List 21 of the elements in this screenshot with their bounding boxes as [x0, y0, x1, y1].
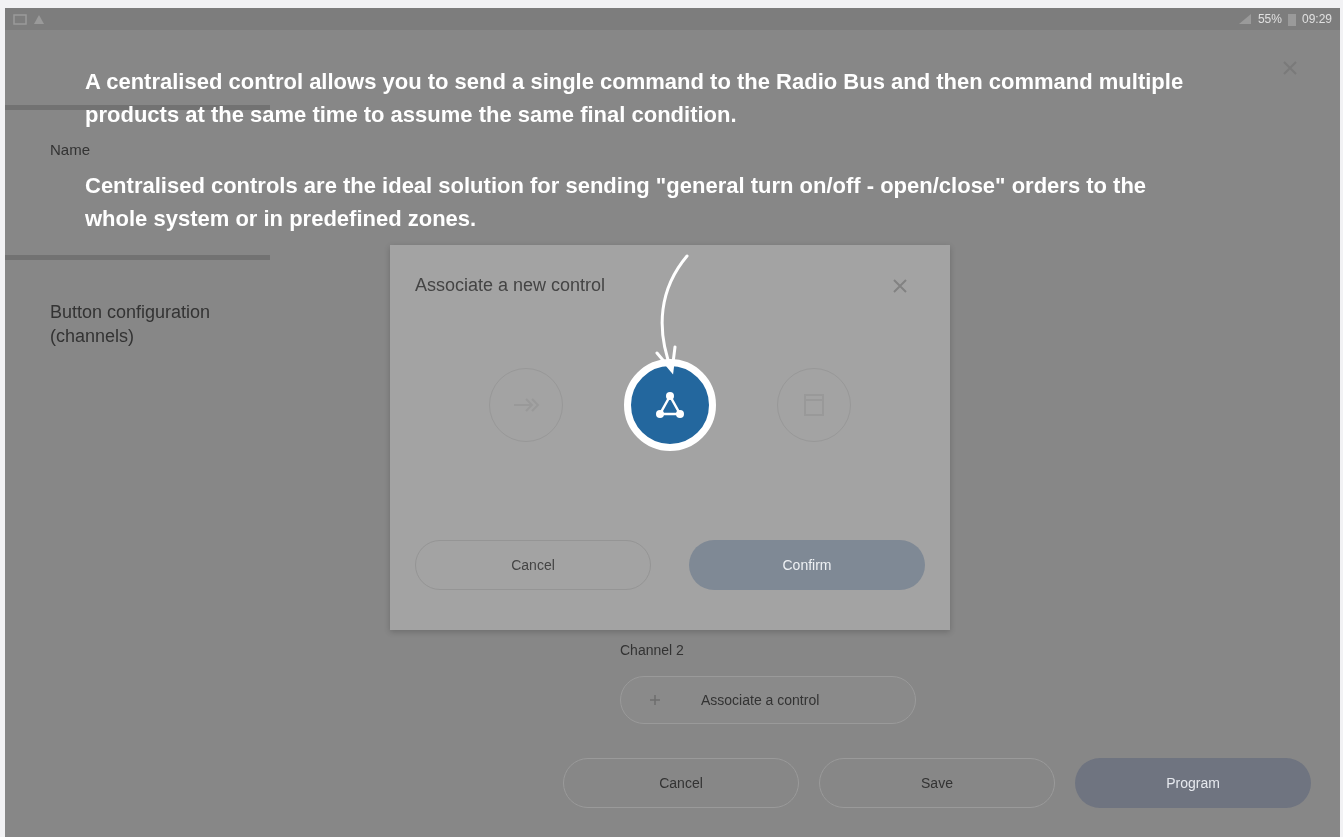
battery-level: 55%: [1257, 12, 1282, 26]
cancel-button[interactable]: Cancel: [415, 540, 651, 590]
channel-label: Channel 2: [620, 642, 684, 658]
footer-button[interactable]: Save: [819, 758, 1055, 808]
close-icon[interactable]: [893, 278, 907, 293]
associate-control-button[interactable]: Associate a control: [620, 676, 916, 724]
footer-button[interactable]: Cancel: [563, 758, 799, 808]
dialog-title: Associate a new control: [415, 275, 606, 296]
clock-time: 09:29: [1301, 12, 1332, 26]
plus-icon: [649, 694, 661, 706]
section-title: Button configuration (channels): [50, 301, 212, 349]
annotation-text: Centralised controls are the ideal solution for sending "general turn on/off - open/close" orders to the whole system or in predefined zones.: [85, 172, 1148, 233]
network-icon: [655, 391, 685, 419]
confirm-button[interactable]: Confirm: [689, 540, 925, 590]
annotation-text: A centralised control allows you to send a single command to the Radio Bus and then command multiple products at the same time to assume the same final condition.: [85, 68, 1185, 129]
program-button[interactable]: Program: [1075, 758, 1311, 808]
signal-icon: [1237, 13, 1252, 25]
image-icon: [13, 13, 27, 25]
warning-icon: [33, 13, 45, 25]
name-label: Name: [50, 141, 90, 158]
battery-icon: [1287, 12, 1296, 26]
